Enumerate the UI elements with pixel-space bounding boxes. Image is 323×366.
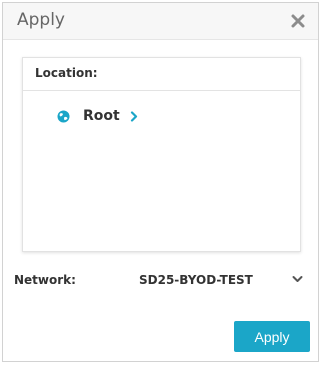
- chevron-right-icon[interactable]: [130, 110, 138, 122]
- network-row: Network: SD25-BYOD-TEST: [3, 267, 318, 291]
- apply-button[interactable]: Apply: [234, 321, 310, 352]
- globe-icon: [57, 110, 70, 122]
- location-header: Location:: [23, 58, 300, 91]
- apply-dialog: Apply Location: Root Network: SD25-BYOD-…: [2, 2, 319, 362]
- close-icon[interactable]: [290, 13, 306, 29]
- tree-item-label: Root: [83, 108, 120, 124]
- location-panel: Location: Root: [22, 57, 301, 252]
- dialog-title: Apply: [17, 10, 65, 30]
- chevron-down-icon[interactable]: [292, 275, 303, 283]
- dialog-header: Apply: [3, 3, 318, 40]
- network-select[interactable]: SD25-BYOD-TEST: [133, 267, 305, 291]
- location-label: Location:: [35, 66, 98, 80]
- network-label: Network:: [14, 273, 76, 287]
- tree-item-root[interactable]: Root: [57, 107, 138, 125]
- network-selected-value: SD25-BYOD-TEST: [139, 273, 253, 287]
